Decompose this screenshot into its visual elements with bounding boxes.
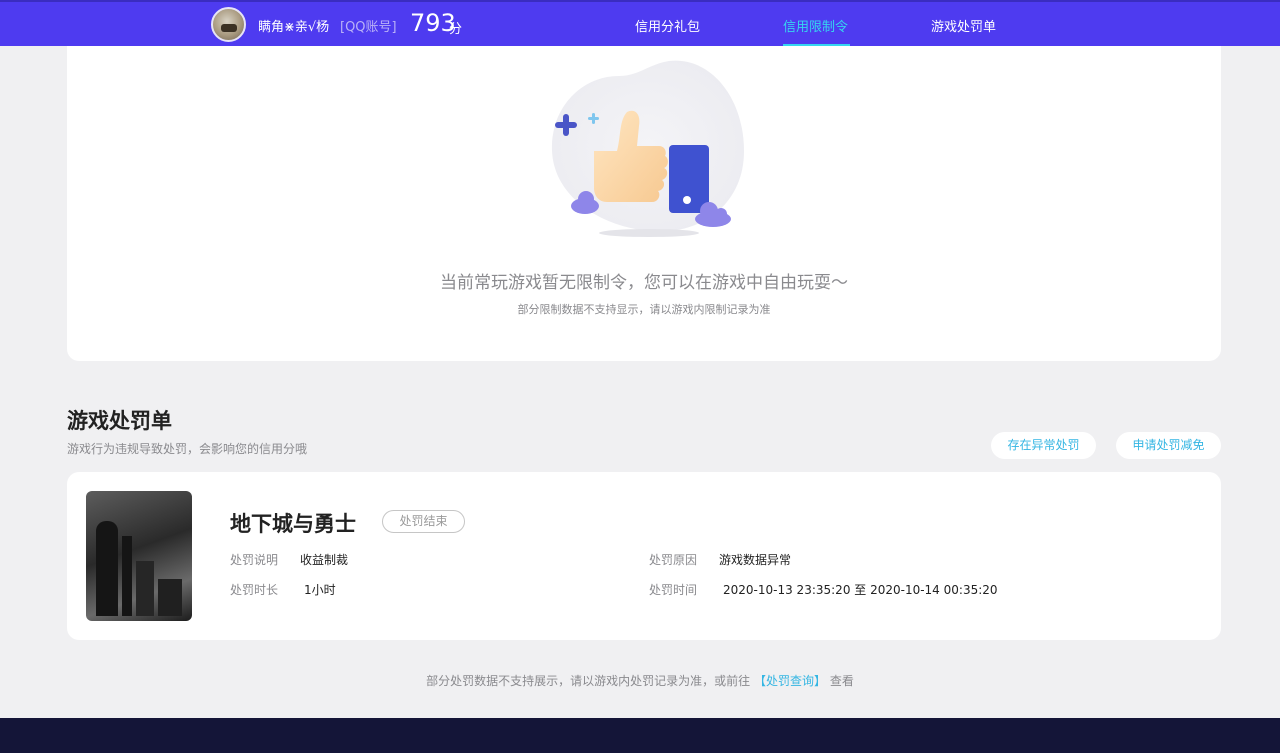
- punishment-query-link[interactable]: 【处罚查询】: [754, 674, 826, 688]
- nav-item-restriction[interactable]: 信用限制令: [783, 16, 848, 35]
- restriction-empty-subtitle: 部分限制数据不支持显示，请以游戏内限制记录为准: [517, 303, 771, 316]
- time-value: 2020-10-13 23:35:20 至 2020-10-14 00:35:2…: [723, 583, 998, 597]
- game-thumbnail: [86, 491, 192, 621]
- section-title: 游戏处罚单: [67, 409, 172, 433]
- username: 瞒角⋇亲√杨: [258, 20, 330, 35]
- thumbs-up-icon: [551, 60, 744, 237]
- desc-label: 处罚说明: [230, 553, 279, 567]
- user-avatar[interactable]: [211, 7, 246, 42]
- section-subtitle: 游戏行为违规导致处罚，会影响您的信用分哦: [67, 442, 308, 456]
- report-abnormal-button[interactable]: 存在异常处罚: [991, 432, 1096, 459]
- apply-reduction-button[interactable]: 申请处罚减免: [1116, 432, 1221, 459]
- bottom-bar: [0, 718, 1280, 753]
- time-label: 处罚时间: [649, 583, 698, 597]
- restriction-empty-title: 当前常玩游戏暂无限制令，您可以在游戏中自由玩耍～: [440, 273, 848, 293]
- footer-note: 部分处罚数据不支持展示，请以游戏内处罚记录为准，或前往 【处罚查询】 查看: [0, 672, 1280, 689]
- restriction-card: 当前常玩游戏暂无限制令，您可以在游戏中自由玩耍～ 部分限制数据不支持显示，请以游…: [67, 46, 1221, 361]
- reason-value: 游戏数据异常: [719, 553, 792, 567]
- nav-item-gift[interactable]: 信用分礼包: [635, 16, 700, 35]
- top-nav-bar: 瞒角⋇亲√杨 [QQ账号] 793 分 信用分礼包 信用限制令 游戏处罚单: [0, 0, 1280, 47]
- footer-note-suffix: 查看: [829, 674, 854, 688]
- account-type: [QQ账号]: [340, 20, 397, 35]
- reason-label: 处罚原因: [649, 553, 698, 567]
- duration-label: 处罚时长: [230, 583, 279, 597]
- nav-item-punishment[interactable]: 游戏处罚单: [931, 16, 996, 35]
- footer-note-prefix: 部分处罚数据不支持展示，请以游戏内处罚记录为准，或前往: [426, 674, 751, 688]
- credit-score-unit: 分: [449, 22, 463, 37]
- desc-value: 收益制裁: [300, 553, 349, 567]
- punishment-card: 地下城与勇士 处罚结束 处罚说明 收益制裁 处罚时长 1小时 处罚原因 游戏数据…: [67, 472, 1221, 640]
- game-name: 地下城与勇士: [230, 512, 356, 536]
- duration-value: 1小时: [304, 583, 336, 597]
- status-badge: 处罚结束: [382, 510, 465, 533]
